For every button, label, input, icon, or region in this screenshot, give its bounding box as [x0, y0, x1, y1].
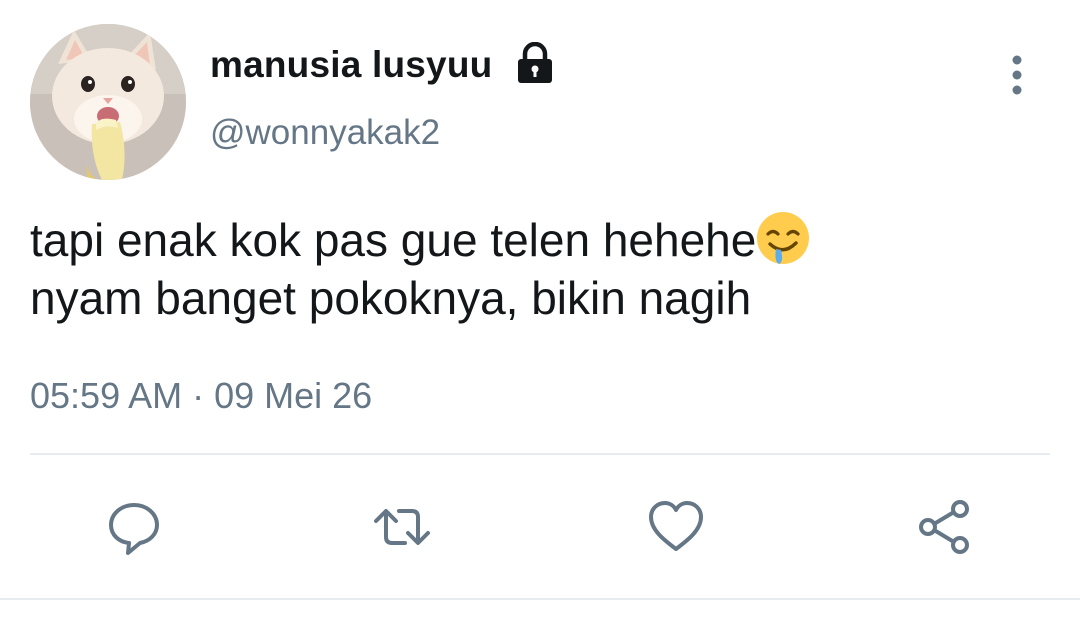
bottom-divider: [0, 598, 1080, 600]
tweet-line-1-text: tapi enak kok pas gue telen hehehe: [30, 214, 757, 266]
heart-icon: [649, 501, 703, 551]
display-name[interactable]: manusia lusyuu: [210, 44, 492, 86]
tweet-timestamp[interactable]: 05:59 AM · 09 Mei 26: [30, 375, 372, 417]
retweet-button[interactable]: [372, 497, 432, 557]
tweet-text: tapi enak kok pas gue telen hehehe nyam …: [30, 210, 1040, 327]
lock-icon: [518, 42, 552, 83]
share-button[interactable]: [914, 497, 974, 557]
drooling-face-icon: [757, 212, 810, 264]
user-handle[interactable]: @wonnyakak2: [210, 113, 440, 153]
tweet-line-2: nyam banget pokoknya, bikin nagih: [30, 272, 752, 324]
divider: [30, 453, 1050, 455]
reply-button[interactable]: [104, 497, 164, 557]
cat-avatar-image: [30, 24, 186, 180]
like-button[interactable]: [646, 497, 706, 557]
avatar[interactable]: [30, 24, 186, 180]
tweet-card: manusia lusyuu @wonnyakak2 tapi enak kok…: [0, 0, 1080, 618]
more-options-icon[interactable]: [994, 52, 1040, 98]
share-icon: [919, 500, 969, 554]
reply-icon: [109, 503, 159, 555]
tweet-line-1: tapi enak kok pas gue telen hehehe: [30, 210, 1040, 269]
retweet-icon: [374, 509, 430, 545]
